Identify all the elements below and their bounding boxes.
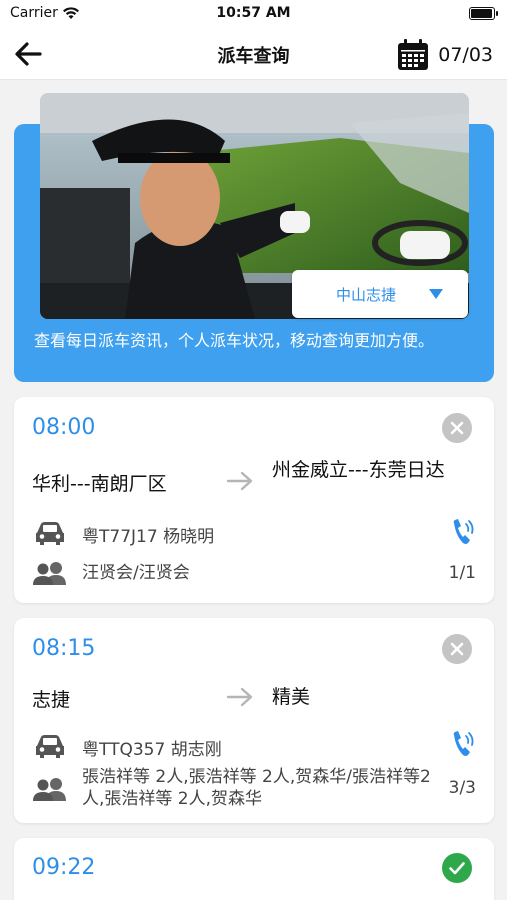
region-value: 中山志捷 (335, 285, 396, 304)
selected-date: 07/03 (438, 44, 493, 66)
route-origin: 华利---南朗厂区 (32, 473, 167, 495)
cancel-icon[interactable] (442, 634, 472, 664)
chevron-down-icon (429, 289, 443, 299)
trip-card[interactable]: 08:15 志捷 精美 粤TTQ357 胡志刚 張浩祥等 2人,張浩祥等 2人,… (14, 618, 494, 823)
back-button[interactable] (10, 38, 50, 70)
passenger-names: 汪贤会/汪贤会 (82, 563, 190, 583)
trip-time: 08:15 (32, 636, 96, 661)
phone-icon[interactable] (450, 729, 476, 759)
nav-bar: 派车查询 07/03 (0, 28, 507, 80)
trip-time: 08:00 (32, 415, 96, 440)
route-destination: 精美 (272, 686, 311, 708)
trip-card[interactable]: 09:22 (14, 838, 494, 900)
battery-icon (469, 7, 498, 20)
passenger-count: 1/1 (448, 563, 476, 583)
route-destination: 州金威立---东莞日达 (272, 459, 445, 481)
date-picker-button[interactable]: 07/03 (396, 38, 493, 72)
passenger-count: 3/3 (448, 778, 476, 798)
trip-card[interactable]: 08:00 华利---南朗厂区 州金威立---东莞日达 粤T77J17 杨晓明 … (14, 397, 494, 603)
cancel-icon[interactable] (442, 413, 472, 443)
vehicle-driver: 粤T77J17 杨晓明 (82, 527, 215, 547)
phone-icon[interactable] (450, 517, 476, 547)
arrow-left-icon (15, 42, 42, 66)
car-icon (36, 522, 64, 545)
status-bar: Carrier 10:57 AM (0, 0, 507, 28)
car-icon (36, 735, 64, 758)
arrow-right-icon (226, 471, 253, 491)
banner-description: 查看每日派车资讯，个人派车状况，移动查询更加方便。 (34, 331, 435, 350)
calendar-icon (398, 39, 429, 70)
arrow-right-icon (226, 687, 253, 707)
people-icon (33, 778, 66, 801)
region-select[interactable]: 中山志捷 (292, 270, 468, 318)
passenger-names: 張浩祥等 2人,張浩祥等 2人,贺森华/張浩祥等2人,張浩祥等 2人,贺森华 (82, 767, 431, 809)
route-origin: 志捷 (32, 689, 71, 711)
trip-time: 09:22 (32, 855, 96, 880)
vehicle-driver: 粤TTQ357 胡志刚 (82, 740, 222, 760)
battery-level (471, 9, 492, 18)
people-icon (33, 562, 66, 585)
check-icon (442, 853, 472, 883)
clock-time: 10:57 AM (216, 5, 291, 21)
